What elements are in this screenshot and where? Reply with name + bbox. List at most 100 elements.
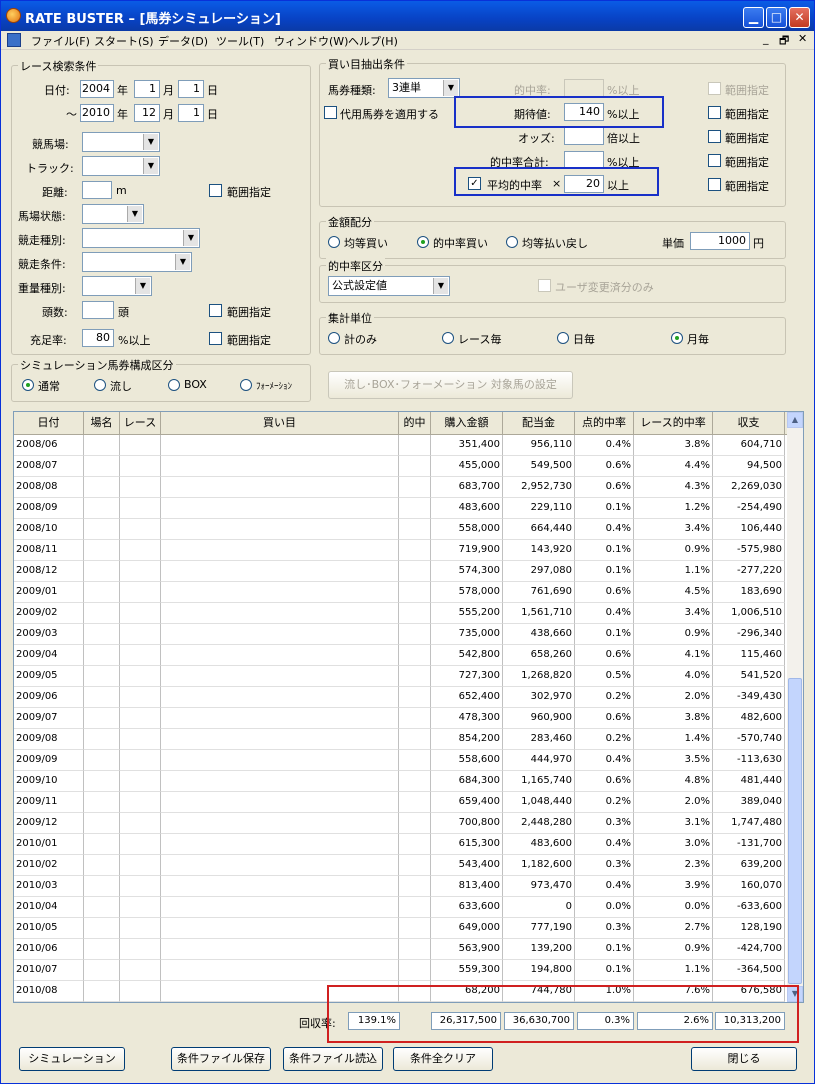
table-row[interactable]: 2008/07 455,000 549,500 0.6% 4.4% 94,500 [14,456,789,477]
table-row[interactable]: 2009/05 727,300 1,268,820 0.5% 4.0% 541,520 [14,666,789,687]
table-row[interactable]: 2008/12 574,300 297,080 0.1% 1.1% -277,220 [14,561,789,582]
table-row[interactable]: 2008/08 683,700 2,952,730 0.6% 4.3% 2,269,030 [14,477,789,498]
substitute-checkbox[interactable] [324,106,337,119]
sim-type-nagashi-radio[interactable] [94,379,106,391]
table-row[interactable]: 2010/06 563,900 139,200 0.1% 0.9% -424,700 [14,939,789,960]
mdi-restore-icon[interactable]: 🗗 [779,32,789,51]
sim-type-box-radio[interactable] [168,379,180,391]
odds-range-checkbox[interactable] [708,130,721,143]
condition-select[interactable]: ▼ [82,204,144,224]
load-conditions-button[interactable]: 条件ファイル読込 [283,1047,383,1071]
column-header[interactable]: 買い目 [161,412,399,435]
column-header[interactable]: 配当金 [503,412,575,435]
from-month-input[interactable]: 1 [134,80,160,98]
alloc-equal-radio[interactable] [328,236,340,248]
ticket-type-select[interactable]: 3連単 ▼ [388,78,460,98]
agg-month-radio[interactable] [671,332,683,344]
menu-file[interactable]: ファイル(F) [31,33,90,49]
distance-range-checkbox[interactable] [209,184,222,197]
weight-select[interactable]: ▼ [82,276,152,296]
mdi-minimize-icon[interactable]: _ [763,32,769,45]
expected-range-checkbox[interactable] [708,106,721,119]
menu-data[interactable]: データ(D) [158,33,208,49]
column-header[interactable]: 収支 [713,412,785,435]
document-icon[interactable] [7,33,21,47]
table-row[interactable]: 2010/05 649,000 777,190 0.3% 2.7% 128,190 [14,918,789,939]
column-header[interactable]: 購入金額 [431,412,503,435]
column-header[interactable]: 日付 [14,412,84,435]
table-row[interactable]: 2010/04 633,600 0 0.0% 0.0% -633,600 [14,897,789,918]
table-row[interactable]: 2009/03 735,000 438,660 0.1% 0.9% -296,340 [14,624,789,645]
menu-start[interactable]: スタート(S) [94,33,154,49]
avg-hit-range-checkbox[interactable] [708,178,721,191]
save-conditions-button[interactable]: 条件ファイル保存 [171,1047,271,1071]
table-row[interactable]: 2009/01 578,000 761,690 0.6% 4.5% 183,690 [14,582,789,603]
table-row[interactable]: 2008/11 719,900 143,920 0.1% 0.9% -575,980 [14,540,789,561]
odds-input[interactable] [564,127,604,145]
close-button[interactable]: 閉じる [691,1047,797,1071]
title-bar[interactable]: RATE BUSTER – [馬券シミュレーション] ▁ □ ✕ [1,1,814,31]
menu-window[interactable]: ウィンドウ(W) [274,33,348,49]
heads-range-checkbox[interactable] [209,304,222,317]
results-table[interactable]: 日付 場名 レース 買い目 的中 購入金額 配当金 点的中率 レース的中率 収支… [13,411,804,1003]
hit-class-select[interactable]: 公式設定値 ▼ [328,276,450,296]
user-only-checkbox[interactable] [538,279,551,292]
mdi-close-icon[interactable]: ✕ [798,32,807,45]
table-row[interactable]: 2009/12 700,800 2,448,280 0.3% 3.1% 1,747,480 [14,813,789,834]
table-row[interactable]: 2009/09 558,600 444,970 0.4% 3.5% -113,630 [14,750,789,771]
to-month-input[interactable]: 12 [134,104,160,122]
simulate-button[interactable]: シミュレーション [19,1047,125,1071]
table-scrollbar[interactable]: ▲ ▼ [787,412,803,1002]
table-row[interactable]: 2009/07 478,300 960,900 0.6% 3.8% 482,600 [14,708,789,729]
racecourse-select[interactable]: ▼ [82,132,160,152]
scroll-thumb[interactable] [788,678,802,984]
table-row[interactable]: 2008/06 351,400 956,110 0.4% 3.8% 604,710 [14,435,789,456]
table-row[interactable]: 2010/02 543,400 1,182,600 0.3% 2.3% 639,200 [14,855,789,876]
table-row[interactable]: 2008/09 483,600 229,110 0.1% 1.2% -254,490 [14,498,789,519]
menu-tools[interactable]: ツール(T) [216,33,264,49]
close-window-button[interactable]: ✕ [789,7,810,28]
distance-input[interactable] [82,181,112,199]
table-row[interactable]: 2009/02 555,200 1,561,710 0.4% 3.4% 1,006,510 [14,603,789,624]
unit-price-input[interactable]: 1000 [690,232,750,250]
table-row[interactable]: 2010/03 813,400 973,470 0.4% 3.9% 160,070 [14,876,789,897]
fill-rate-input[interactable]: 80 [82,329,114,347]
agg-total-radio[interactable] [328,332,340,344]
table-row[interactable]: 2009/11 659,400 1,048,440 0.2% 2.0% 389,040 [14,792,789,813]
table-row[interactable]: 2008/10 558,000 664,440 0.4% 3.4% 106,440 [14,519,789,540]
to-day-input[interactable]: 1 [178,104,204,122]
table-row[interactable]: 2009/10 684,300 1,165,740 0.6% 4.8% 481,440 [14,771,789,792]
table-row[interactable]: 2009/06 652,400 302,970 0.2% 2.0% -349,430 [14,687,789,708]
menu-help[interactable]: ヘルプ(H) [348,33,398,49]
from-day-input[interactable]: 1 [178,80,204,98]
formation-settings-button[interactable]: 流し･BOX･フォーメーション 対象馬の設定 [328,371,573,399]
column-header[interactable]: 場名 [84,412,120,435]
race-condition-select[interactable]: ▼ [82,252,192,272]
scroll-up-icon[interactable]: ▲ [787,412,803,428]
alloc-payout-radio[interactable] [506,236,518,248]
hit-rate-range-checkbox[interactable] [708,82,721,95]
sim-type-normal-radio[interactable] [22,379,34,391]
clear-conditions-button[interactable]: 条件全クリア [393,1047,493,1071]
table-row[interactable]: 2009/08 854,200 283,460 0.2% 1.4% -570,740 [14,729,789,750]
to-year-input[interactable]: 2010 [80,104,114,122]
alloc-hit-rate-radio[interactable] [417,236,429,248]
column-header[interactable]: レース的中率 [634,412,713,435]
fill-range-checkbox[interactable] [209,332,222,345]
column-header[interactable]: レース [120,412,161,435]
heads-input[interactable] [82,301,114,319]
column-header[interactable]: 点的中率 [575,412,634,435]
column-header[interactable]: 的中 [399,412,431,435]
maximize-button[interactable]: □ [766,7,787,28]
table-row[interactable]: 2009/04 542,800 658,260 0.6% 4.1% 115,460 [14,645,789,666]
sim-type-formation-radio[interactable] [240,379,252,391]
hit-total-range-checkbox[interactable] [708,154,721,167]
table-row[interactable]: 2010/01 615,300 483,600 0.4% 3.0% -131,700 [14,834,789,855]
minimize-button[interactable]: ▁ [743,7,764,28]
from-year-input[interactable]: 2004 [80,80,114,98]
track-select[interactable]: ▼ [82,156,160,176]
agg-race-radio[interactable] [442,332,454,344]
race-type-select[interactable]: ▼ [82,228,200,248]
table-row[interactable]: 2010/07 559,300 194,800 0.1% 1.1% -364,500 [14,960,789,981]
agg-day-radio[interactable] [557,332,569,344]
